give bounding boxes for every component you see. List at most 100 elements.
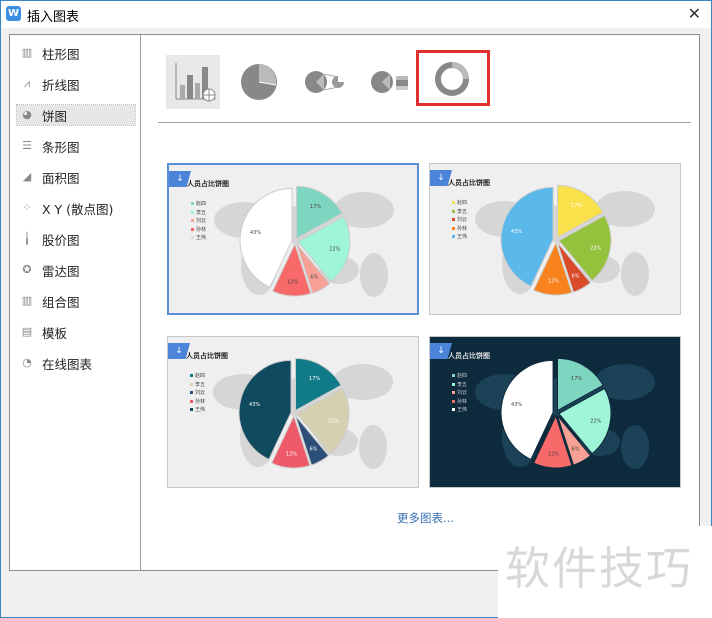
sidebar-item-label: X Y (散点图) bbox=[42, 201, 114, 217]
pie-icon bbox=[241, 64, 277, 100]
sidebar-item-template[interactable]: ▤ 模板 bbox=[17, 322, 135, 342]
legend-item: 赵四 bbox=[452, 199, 467, 208]
sidebar-item-online-chart[interactable]: ◔ 在线图表 bbox=[17, 353, 135, 373]
pie-template-card[interactable]: 17% 22% 6% 12% 43% ↓ 人员占比饼图 赵四 李五 刘云 孙林 王伟 bbox=[167, 336, 419, 488]
legend-item: 刘云 bbox=[452, 216, 467, 225]
more-charts-link[interactable]: 更多图表... bbox=[397, 510, 454, 526]
area-chart-icon: ◢ bbox=[22, 170, 32, 183]
sidebar-item-combo-chart[interactable]: ▥ 组合图 bbox=[17, 291, 135, 311]
legend-item: 刘云 bbox=[452, 389, 467, 398]
sidebar-item-label: 在线图表 bbox=[42, 356, 93, 372]
slice-label: 22% bbox=[590, 246, 601, 252]
slice-label: 12% bbox=[287, 279, 298, 285]
legend-item: 王伟 bbox=[191, 234, 206, 243]
sidebar-item-scatter[interactable]: ⁘ X Y (散点图) bbox=[17, 198, 135, 218]
sidebar-item-label: 模板 bbox=[42, 325, 68, 341]
sidebar-item-label: 面积图 bbox=[42, 170, 80, 186]
sidebar-item-pie-chart[interactable]: ◕ 饼图 bbox=[16, 104, 136, 126]
slice-label: 17% bbox=[571, 203, 582, 209]
combo-chart-icon: ▥ bbox=[21, 294, 33, 307]
chart-category-list: ▥ 柱形图 ⩘ 折线图 ◕ 饼图 ☰ 条形图 ◢ 面积图 ⁘ X Y (散点图) ╽ 股价图 ✪ 雷达图 ▥ 组合… bbox=[10, 35, 141, 570]
pie-chart-icon: ◕ bbox=[22, 108, 32, 121]
chart-type-pie-of-pie[interactable] bbox=[298, 55, 352, 109]
chart-type-bar-of-pie[interactable] bbox=[364, 55, 418, 109]
sidebar-item-stock-chart[interactable]: ╽ 股价图 bbox=[17, 229, 135, 249]
wps-app-icon: W bbox=[6, 6, 21, 21]
legend-item: 王伟 bbox=[452, 233, 467, 242]
sidebar-item-label: 组合图 bbox=[42, 294, 80, 310]
watermark-text: 软件技巧 bbox=[505, 542, 694, 595]
slice-label: 17% bbox=[571, 376, 582, 382]
template-icon: ▤ bbox=[21, 325, 33, 338]
legend-item: 孙林 bbox=[190, 398, 205, 407]
slice-label: 22% bbox=[329, 247, 340, 253]
pie-template-card[interactable]: 17% 22% 6% 12% 43% ↓ 人员占比饼图 赵四 李五 刘云 孙林 王伟 bbox=[167, 163, 419, 315]
slice-label: 22% bbox=[590, 419, 601, 425]
map-shape bbox=[359, 425, 387, 469]
legend: 赵四 李五 刘云 孙林 王伟 bbox=[191, 200, 206, 243]
legend-item: 李五 bbox=[452, 208, 467, 217]
sidebar-item-bar-chart[interactable]: ▥ 柱形图 bbox=[17, 43, 135, 63]
slice-label: 43% bbox=[511, 229, 522, 235]
legend-item: 孙林 bbox=[191, 226, 206, 235]
sidebar-item-line-chart[interactable]: ⩘ 折线图 bbox=[17, 74, 135, 94]
chart-type-pie-online-template[interactable] bbox=[166, 55, 220, 109]
line-chart-icon: ⩘ bbox=[23, 77, 31, 90]
dialog-title: 插入图表 bbox=[27, 10, 80, 25]
legend-item: 孙林 bbox=[452, 225, 467, 234]
doughnut-icon bbox=[435, 62, 469, 96]
slice-label: 6% bbox=[310, 446, 318, 452]
legend-item: 李五 bbox=[191, 209, 206, 218]
pie-template-card[interactable]: 17% 22% 6% 12% 43% ↓ 人员占比饼图 赵四 李五 刘云 孙林 王伟 bbox=[429, 163, 681, 315]
legend-item: 李五 bbox=[190, 381, 205, 390]
slice-label: 6% bbox=[311, 274, 319, 280]
slice-label: 17% bbox=[310, 204, 321, 210]
close-button[interactable]: ✕ bbox=[688, 4, 701, 23]
legend-item: 赵四 bbox=[191, 200, 206, 209]
chart-title: 人员占比饼图 bbox=[448, 352, 490, 360]
chart-title: 人员占比饼图 bbox=[186, 352, 228, 360]
legend-item: 李五 bbox=[452, 381, 467, 390]
chart-title: 人员占比饼图 bbox=[187, 180, 229, 188]
bar-of-pie-icon bbox=[371, 71, 408, 93]
slice-label: 12% bbox=[548, 278, 559, 284]
legend-item: 赵四 bbox=[190, 372, 205, 381]
bar-chart-icon: ▥ bbox=[21, 46, 33, 59]
pie-template-card[interactable]: 17% 22% 6% 12% 43% ↓ 人员占比饼图 赵四 李五 刘云 孙林 王伟 bbox=[429, 336, 681, 488]
slice-label: 22% bbox=[328, 419, 339, 425]
slice-label: 43% bbox=[249, 402, 260, 408]
sidebar-item-label: 条形图 bbox=[42, 139, 80, 155]
sidebar-item-radar-chart[interactable]: ✪ 雷达图 bbox=[17, 260, 135, 280]
divider bbox=[158, 122, 691, 123]
legend: 赵四 李五 刘云 孙林 王伟 bbox=[452, 199, 467, 242]
sidebar-item-area-chart[interactable]: ◢ 面积图 bbox=[17, 167, 135, 187]
online-chart-icon: ◔ bbox=[22, 356, 32, 369]
map-shape bbox=[621, 425, 649, 469]
slice-label: 6% bbox=[572, 273, 580, 279]
pie-online-template-icon bbox=[175, 63, 216, 102]
chart-type-pie[interactable] bbox=[232, 55, 286, 109]
chart-type-doughnut[interactable] bbox=[416, 50, 490, 106]
chart-title: 人员占比饼图 bbox=[448, 179, 490, 187]
slice-label: 12% bbox=[548, 451, 559, 457]
map-shape bbox=[621, 252, 649, 296]
sidebar-item-label: 柱形图 bbox=[42, 46, 80, 62]
slice-label: 6% bbox=[572, 446, 580, 452]
slice-label: 43% bbox=[250, 230, 261, 236]
radar-chart-icon: ✪ bbox=[22, 263, 32, 276]
horizontal-bar-icon: ☰ bbox=[22, 139, 32, 152]
sidebar-item-label: 雷达图 bbox=[42, 263, 80, 279]
slice-label: 43% bbox=[511, 402, 522, 408]
legend: 赵四 李五 刘云 孙林 王伟 bbox=[452, 372, 467, 415]
stock-chart-icon: ╽ bbox=[23, 232, 31, 245]
legend: 赵四 李五 刘云 孙林 王伟 bbox=[190, 372, 205, 415]
legend-item: 王伟 bbox=[190, 406, 205, 415]
legend-item: 王伟 bbox=[452, 406, 467, 415]
sidebar-item-horizontal-bar[interactable]: ☰ 条形图 bbox=[17, 136, 135, 156]
slice-label: 12% bbox=[286, 451, 297, 457]
scatter-icon: ⁘ bbox=[22, 201, 32, 214]
slice-label: 17% bbox=[309, 376, 320, 382]
title-bar: W 插入图表 ✕ bbox=[1, 1, 711, 28]
legend-item: 孙林 bbox=[452, 398, 467, 407]
sidebar-item-label: 折线图 bbox=[42, 77, 80, 93]
